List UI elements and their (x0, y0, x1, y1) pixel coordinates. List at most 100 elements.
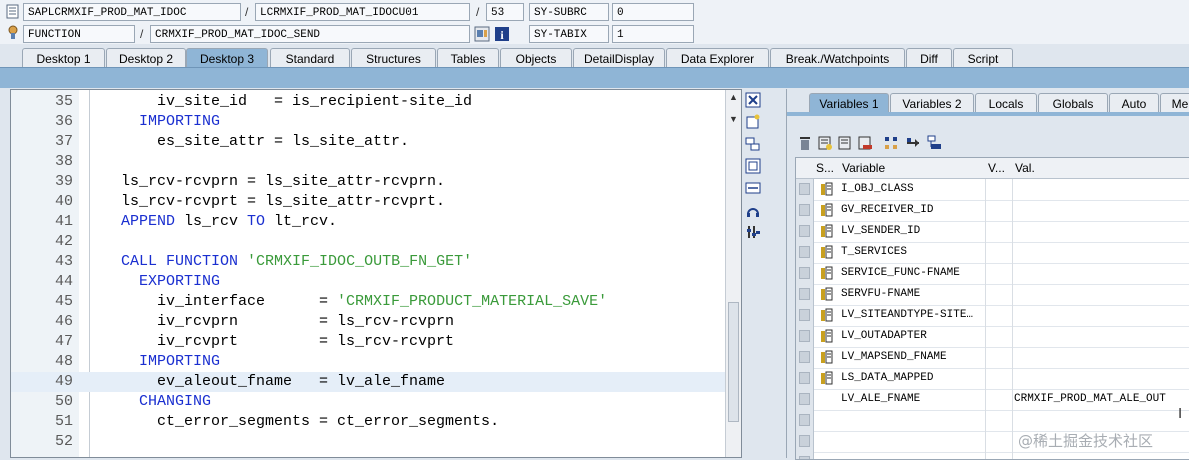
row-select-button[interactable] (799, 393, 810, 405)
variable-value[interactable] (1012, 410, 1189, 431)
table-row[interactable]: I_OBJ_CLASS (796, 179, 1189, 201)
tab-script[interactable]: Script (953, 48, 1013, 68)
variable-value[interactable] (1012, 200, 1189, 221)
info-icon[interactable]: i (494, 26, 510, 42)
row-selector[interactable] (796, 347, 814, 368)
program-field[interactable]: SAPLCRMXIF_PROD_MAT_IDOC (23, 3, 241, 21)
row-selector[interactable] (796, 326, 814, 347)
table-row[interactable]: LV_ALE_FNAME CRMXIF_PROD_MAT_ALE_OUT (796, 389, 1189, 411)
variable-value[interactable] (1012, 179, 1189, 200)
code-line[interactable]: 49 ev_aleout_fname = lv_ale_fname (11, 372, 725, 392)
tab-diff[interactable]: Diff (906, 48, 952, 68)
table-row[interactable]: LV_OUTADAPTER (796, 326, 1189, 348)
variable-name[interactable]: LS_DATA_MAPPED (841, 368, 989, 389)
row-selector[interactable] (796, 263, 814, 284)
variable-value[interactable] (1012, 347, 1189, 368)
close-icon[interactable] (745, 92, 763, 110)
table-row[interactable] (796, 410, 1189, 432)
event-type-field[interactable]: FUNCTION (23, 25, 135, 43)
variable-name[interactable]: LV_OUTADAPTER (841, 326, 989, 347)
row-select-button[interactable] (799, 183, 810, 195)
table-row[interactable]: LV_MAPSEND_FNAME (796, 347, 1189, 369)
scroll-up-icon[interactable]: ▲ (729, 92, 738, 102)
tab-desktop-1[interactable]: Desktop 1 (22, 48, 105, 68)
code-line[interactable]: 52 (11, 432, 725, 452)
row-select-button[interactable] (799, 246, 810, 258)
variable-name[interactable]: SERVICE_FUNC-FNAME (841, 263, 989, 284)
row-select-button[interactable] (799, 351, 810, 363)
sysfield2-value[interactable]: 1 (612, 25, 694, 43)
row-selector[interactable] (796, 389, 814, 410)
variable-value[interactable] (1012, 326, 1189, 347)
variable-value[interactable] (1012, 221, 1189, 242)
variables-table[interactable]: S... Variable V... Val. I_OBJ_CLASS GV_RE… (795, 157, 1189, 460)
column-header-v[interactable]: V... (988, 158, 1005, 178)
code-line[interactable]: 42 (11, 232, 725, 252)
row-selector[interactable] (796, 305, 814, 326)
code-line[interactable]: 46 iv_rcvprn = ls_rcv-rcvprn (11, 312, 725, 332)
row-selector[interactable] (796, 368, 814, 389)
row-select-button[interactable] (799, 225, 810, 237)
row-selector[interactable] (796, 242, 814, 263)
tab-auto[interactable]: Auto (1109, 93, 1159, 113)
code-line[interactable]: 39 ls_rcv-rcvprn = ls_site_attr-rcvprn. (11, 172, 725, 192)
code-line[interactable]: 48 IMPORTING (11, 352, 725, 372)
tab-variables-2[interactable]: Variables 2 (890, 93, 974, 113)
table-row[interactable]: SERVFU-FNAME (796, 284, 1189, 306)
table-row[interactable]: T_SERVICES (796, 242, 1189, 264)
row-select-button[interactable] (799, 204, 810, 216)
variable-value[interactable] (1012, 305, 1189, 326)
variable-value[interactable] (1012, 242, 1189, 263)
tab-me[interactable]: Me (1160, 93, 1189, 113)
tab-breakpoints[interactable]: Break./Watchpoints (770, 48, 905, 68)
resize-icon[interactable] (745, 180, 763, 198)
row-select-button[interactable] (799, 456, 810, 459)
tab-globals[interactable]: Globals (1038, 93, 1108, 113)
scroll-down-icon[interactable]: ▼ (729, 114, 738, 124)
row-select-button[interactable] (799, 435, 810, 447)
event-name-field[interactable]: CRMXIF_PROD_MAT_IDOC_SEND (150, 25, 470, 43)
variable-name[interactable]: GV_RECEIVER_ID (841, 200, 989, 221)
code-line[interactable]: 41 APPEND ls_rcv TO lt_rcv. (11, 212, 725, 232)
row-selector[interactable] (796, 431, 814, 452)
sysfield1-value[interactable]: 0 (612, 3, 694, 21)
tab-structures[interactable]: Structures (351, 48, 436, 68)
maximize-icon[interactable] (745, 158, 763, 176)
new-tool-icon[interactable] (745, 114, 763, 132)
sysfield2-name[interactable]: SY-TABIX (529, 25, 609, 43)
table-row[interactable]: LV_SITEANDTYPE-SITE… (796, 305, 1189, 327)
variable-name[interactable]: LV_SITEANDTYPE-SITE… (841, 305, 989, 326)
delete-icon[interactable] (797, 135, 813, 151)
code-line[interactable]: 37 es_site_attr = ls_site_attr. (11, 132, 725, 152)
code-line[interactable]: 38 (11, 152, 725, 172)
row-select-button[interactable] (799, 288, 810, 300)
code-line[interactable]: 44 EXPORTING (11, 272, 725, 292)
table-row[interactable]: GV_RECEIVER_ID (796, 200, 1189, 222)
editor-scrollbar[interactable]: ▲ ▼ (725, 90, 741, 457)
code-line[interactable]: 36 IMPORTING (11, 112, 725, 132)
source-code-editor[interactable]: 35 iv_site_id = is_recipient-site_id 36 I… (10, 89, 742, 458)
row-selector[interactable] (796, 284, 814, 305)
row-select-button[interactable] (799, 372, 810, 384)
transfer-icon[interactable] (905, 135, 921, 151)
display-object-icon[interactable] (474, 26, 490, 42)
code-line[interactable]: 45 iv_interface = 'CRMXIF_PRODUCT_MATERI… (11, 292, 725, 312)
tab-variables-1[interactable]: Variables 1 (809, 93, 889, 113)
variable-value[interactable] (1012, 263, 1189, 284)
swap-tool-icon[interactable] (745, 136, 763, 154)
row-selector[interactable] (796, 221, 814, 242)
tab-objects[interactable]: Objects (500, 48, 572, 68)
table-row[interactable]: LV_SENDER_ID (796, 221, 1189, 243)
services-icon[interactable] (745, 202, 763, 220)
tab-standard[interactable]: Standard (270, 48, 350, 68)
row-selector[interactable] (796, 200, 814, 221)
variable-name[interactable]: LV_ALE_FNAME (841, 389, 989, 410)
code-line[interactable]: 47 iv_rcvprt = ls_rcv-rcvprt (11, 332, 725, 352)
table-row[interactable] (796, 452, 1189, 459)
table-row[interactable]: LS_DATA_MAPPED (796, 368, 1189, 390)
row-select-button[interactable] (799, 330, 810, 342)
variable-value[interactable]: CRMXIF_PROD_MAT_ALE_OUT (1012, 389, 1189, 410)
code-line[interactable]: 35 iv_site_id = is_recipient-site_id (11, 92, 725, 112)
code-line[interactable]: 40 ls_rcv-rcvprt = ls_site_attr-rcvprt. (11, 192, 725, 212)
row-selector[interactable] (796, 179, 814, 200)
